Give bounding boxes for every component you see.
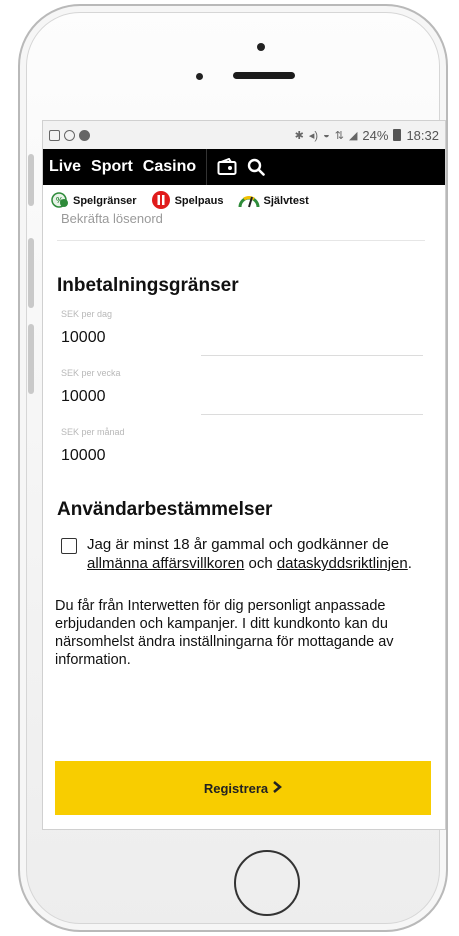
terms-text-middle: och [244, 555, 273, 572]
battery-percent: 24% [362, 127, 389, 143]
sjalvtest-link[interactable]: Självtest [238, 191, 309, 212]
bluetooth-icon: ✱ [294, 129, 304, 142]
status-bar: ✱ ◂) ◒ ⇅ ◢ 24% 18:32 [43, 121, 445, 149]
clock: 18:32 [406, 127, 439, 143]
volume-down-button [28, 324, 34, 394]
nav-live[interactable]: Live [49, 158, 81, 176]
limit-icon: % [51, 191, 69, 211]
field-value[interactable]: 10000 [61, 329, 423, 351]
register-label: Registrera [203, 780, 269, 796]
field-label: SEK per vecka [61, 368, 121, 378]
confirm-password-field[interactable]: Bekräfta lösenord [61, 211, 445, 226]
terms-text: Jag är minst 18 år gammal och godkänner … [87, 535, 435, 573]
app-notification-icon [79, 129, 90, 141]
nav-sport[interactable]: Sport [91, 158, 133, 176]
register-button[interactable]: Registrera [55, 761, 431, 815]
terms-row: Jag är minst 18 år gammal och godkänner … [61, 535, 435, 573]
spelgranser-link[interactable]: % Spelgränser [51, 191, 137, 211]
earpiece-speaker [233, 72, 295, 79]
mute-icon: ◂) [308, 129, 319, 142]
terms-title: Användarbestämmelser [57, 499, 273, 520]
terms-text-prefix: Jag är minst 18 år gammal och godkänner … [87, 536, 389, 553]
search-icon[interactable] [247, 158, 265, 176]
nav-divider [206, 149, 208, 185]
deposit-limits-title: Inbetalningsgränser [57, 275, 239, 296]
field-value[interactable]: 10000 [61, 388, 423, 410]
chevron-right-icon [272, 780, 283, 796]
spelpaus-label: Spelpaus [174, 195, 224, 207]
mute-switch [28, 154, 34, 206]
privacy-link[interactable]: dataskyddsriktlinjen [277, 555, 408, 572]
deposit-limit-day-field[interactable]: SEK per dag 10000 [61, 309, 423, 356]
sync-notification-icon [64, 129, 75, 141]
wallet-icon[interactable] [217, 158, 237, 176]
main-nav: Live Sport Casino [43, 149, 445, 185]
spelgranser-label: Spelgränser [73, 195, 137, 207]
field-label: SEK per månad [61, 427, 125, 437]
spelpaus-link[interactable]: Spelpaus [151, 190, 224, 213]
volume-up-button [28, 238, 34, 308]
field-label: SEK per dag [61, 309, 113, 319]
field-underline [201, 414, 423, 415]
signal-icon: ◢ [348, 129, 358, 142]
terms-link[interactable]: allmänna affärsvillkoren [87, 555, 244, 572]
terms-checkbox[interactable] [61, 538, 77, 554]
terms-text-suffix: . [407, 555, 412, 572]
field-value[interactable]: 10000 [61, 447, 423, 469]
front-camera [196, 73, 203, 80]
wifi-icon: ◒ [323, 129, 330, 141]
nav-casino[interactable]: Casino [143, 158, 196, 176]
deposit-limit-month-field[interactable]: SEK per månad 10000 [61, 427, 423, 469]
marketing-info-text: Du får från Interwetten för dig personli… [55, 598, 394, 668]
data-icon: ⇅ [334, 129, 344, 142]
home-button[interactable] [234, 850, 300, 916]
deposit-limit-week-field[interactable]: SEK per vecka 10000 [61, 368, 423, 415]
field-underline [201, 355, 423, 356]
svg-text:%: % [56, 196, 63, 205]
battery-icon [393, 129, 402, 141]
front-sensor [257, 43, 265, 51]
gauge-icon [238, 191, 260, 212]
pause-icon [151, 190, 171, 213]
confirm-password-underline [57, 240, 425, 241]
image-notification-icon [49, 129, 60, 141]
sjalvtest-label: Självtest [263, 195, 309, 207]
screen: ✱ ◂) ◒ ⇅ ◢ 24% 18:32 Live Sport Casino %… [42, 120, 446, 830]
